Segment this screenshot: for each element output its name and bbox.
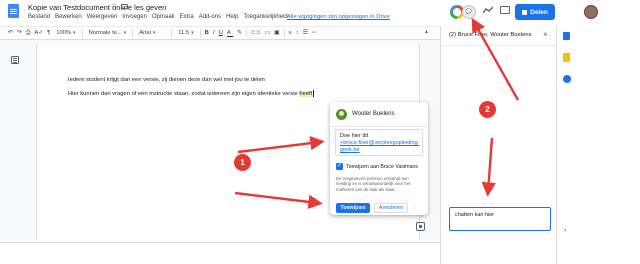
calendar-icon[interactable]	[563, 32, 570, 40]
style-value: Normale te...	[88, 30, 122, 36]
font-size-value: 11.5	[178, 30, 190, 36]
menu-extra[interactable]: Extra	[180, 14, 194, 20]
expand-side-panel-icon[interactable]: ›	[564, 227, 566, 234]
tasks-icon[interactable]	[563, 75, 571, 83]
document-title[interactable]: Kopie van Testdocument online les geven	[28, 3, 166, 12]
align-icon[interactable]: ≡	[287, 30, 294, 36]
close-icon[interactable]: ×	[543, 30, 548, 39]
line-spacing-icon[interactable]: ↕	[294, 30, 301, 36]
zoom-select[interactable]: 100%	[54, 30, 77, 36]
chat-title: (2) Bruce Fixer, Wouter Buelens	[449, 32, 532, 38]
comment-mention-link[interactable]: +bruce.fixer@verpleegopleiding-genk.be	[340, 140, 419, 154]
assign-checkbox[interactable]: ✓	[336, 163, 343, 170]
bold-icon[interactable]: B	[203, 30, 211, 36]
comment-author-avatar	[336, 109, 347, 120]
chat-panel: (2) Bruce Fixer, Wouter Buelens × chatte…	[440, 26, 557, 264]
font-select[interactable]: Arial	[137, 30, 167, 36]
insert-image-icon[interactable]: ▣	[272, 30, 281, 36]
document-line-1[interactable]: Iedere student krijgt dan een versie, zi…	[68, 77, 265, 83]
share-button[interactable]: Delen	[515, 4, 555, 20]
explore-icon[interactable]	[416, 222, 425, 231]
annotation-badge-1: 1	[234, 154, 251, 171]
menu-bar: Bestand Bewerken Weergeven Invoegen Opma…	[28, 14, 288, 20]
google-docs-window: Kopie van Testdocument online les geven …	[0, 0, 640, 264]
zoom-value: 100%	[56, 30, 72, 36]
more-options-icon[interactable]: ···	[310, 30, 318, 36]
menu-opmaak[interactable]: Opmaak	[152, 14, 175, 20]
collapse-menus-icon[interactable]: ▴	[425, 28, 428, 35]
spellcheck-icon[interactable]: A✓	[32, 30, 45, 36]
assign-button[interactable]: Toewijzen	[336, 203, 370, 213]
menu-weergeven[interactable]: Weergeven	[87, 14, 118, 20]
highlight-icon[interactable]: ✎	[235, 30, 244, 36]
star-icon[interactable]: ☆	[111, 2, 117, 10]
menu-toegankelijkheid[interactable]: Toegankelijkheid	[243, 14, 287, 20]
saved-status-link[interactable]: Alle wijzigingen zijn opgeslagen in Driv…	[287, 14, 390, 20]
document-outline-icon[interactable]	[11, 56, 19, 64]
move-folder-icon[interactable]	[121, 4, 128, 9]
keep-icon[interactable]	[563, 53, 570, 62]
print-icon[interactable]: ⎙	[24, 30, 33, 37]
menu-invoegen[interactable]: Invoegen	[122, 14, 147, 20]
chat-button[interactable]: 💬	[462, 5, 476, 19]
comment-card: Wouter Buelens Doe hier dit +bruce.fixer…	[330, 102, 428, 215]
comment-input[interactable]: Doe hier dit +bruce.fixer@verpleegopleid…	[335, 129, 423, 156]
checklist-icon[interactable]: ☰	[301, 30, 310, 36]
menu-help[interactable]: Help	[226, 14, 238, 20]
style-select[interactable]: Normale te...	[87, 30, 129, 36]
menu-bewerken[interactable]: Bewerken	[55, 14, 82, 20]
lock-icon	[522, 9, 528, 15]
link-icon[interactable]: ⊂⊃	[249, 30, 263, 36]
share-label: Delen	[530, 8, 548, 16]
redo-icon[interactable]: ↷	[15, 30, 24, 36]
highlighted-text: heeft	[299, 91, 313, 98]
header: Kopie van Testdocument online les geven …	[0, 0, 640, 24]
activity-trend-icon[interactable]	[483, 6, 493, 14]
text-color-icon[interactable]: A	[225, 30, 235, 37]
undo-icon[interactable]: ↶	[6, 30, 15, 36]
assign-row[interactable]: ✓ Toewijzen aan Bruce Vastmans	[336, 163, 418, 170]
menu-add-ons[interactable]: Add-ons	[199, 14, 221, 20]
document-line-2[interactable]: Hier kunnen dan vragen of een instructie…	[68, 90, 330, 98]
text-cursor	[313, 90, 315, 97]
paint-format-icon[interactable]: ¶	[45, 30, 52, 36]
font-value: Arial	[139, 30, 151, 36]
assign-note: De toegewezen persoon ontvangt een meldi…	[336, 176, 411, 192]
toolbar: ↶ ↷ ⎙ A✓ ¶ 100% Normale te... Arial 11.5…	[0, 26, 440, 40]
chat-input[interactable]: chatten kan hier	[449, 207, 551, 231]
underline-icon[interactable]: U	[217, 30, 225, 36]
comment-history-icon[interactable]	[500, 6, 510, 14]
menu-bestand[interactable]: Bestand	[28, 14, 50, 20]
comment-author-name: Wouter Buelens	[352, 111, 395, 117]
assign-label: Toewijzen aan Bruce Vastmans	[346, 163, 418, 170]
document-line-2-text: Hier kunnen dan vragen of een instructie…	[68, 91, 300, 98]
docs-logo-icon[interactable]	[8, 4, 19, 18]
comment-text: Doe hier dit	[340, 133, 369, 139]
account-avatar[interactable]	[584, 5, 598, 19]
font-size-select[interactable]: 11.5	[176, 30, 195, 36]
annotation-badge-2: 2	[479, 101, 496, 118]
cancel-button[interactable]: Annuleren	[374, 203, 408, 213]
insert-comment-icon[interactable]: ▭	[263, 30, 272, 36]
